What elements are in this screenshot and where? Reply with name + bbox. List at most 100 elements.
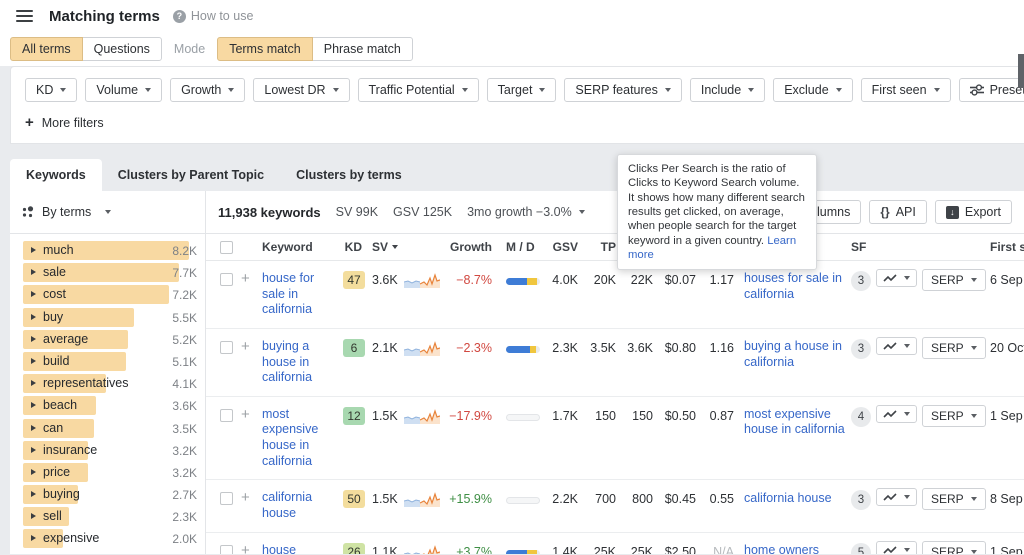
row-checkbox[interactable] — [220, 273, 233, 286]
filter-dropdown[interactable]: Traffic Potential — [358, 78, 479, 102]
filter-dropdown-label: First seen — [872, 83, 927, 97]
how-to-use-link[interactable]: ? How to use — [173, 9, 254, 23]
parent-topic-link[interactable]: california house — [744, 491, 832, 507]
expand-arrow-icon[interactable] — [31, 291, 36, 297]
sidebar-term-row[interactable]: sell 2.3K — [23, 506, 197, 528]
expand-arrow-icon[interactable] — [31, 358, 36, 364]
more-filters-button[interactable]: + More filters — [25, 115, 1010, 130]
sv-trend-sparkline — [400, 490, 444, 510]
segmented-tab[interactable]: Terms match — [217, 37, 313, 61]
caret-down-icon — [748, 88, 754, 92]
scrollbar-thumb[interactable] — [1018, 54, 1024, 88]
presets-button[interactable]: Presets — [959, 78, 1024, 102]
filter-dropdown[interactable]: KD — [25, 78, 77, 102]
view-tab[interactable]: Keywords — [10, 159, 102, 191]
expand-arrow-icon[interactable] — [31, 269, 36, 275]
position-history-chart-button[interactable] — [876, 541, 917, 555]
filter-dropdown[interactable]: First seen — [861, 78, 951, 102]
sidebar-term-row[interactable]: can 3.5K — [23, 418, 197, 440]
add-keyword-icon[interactable]: + — [236, 543, 262, 555]
filter-dropdown[interactable]: Growth — [170, 78, 245, 102]
serp-dropdown-button[interactable]: SERP — [922, 405, 986, 427]
sidebar-term-row[interactable]: build 5.1K — [23, 351, 197, 373]
parent-topic-link[interactable]: houses for sale in california — [744, 271, 846, 302]
col-sv[interactable]: SV — [366, 240, 400, 254]
expand-arrow-icon[interactable] — [31, 247, 36, 253]
col-kd[interactable]: KD — [340, 240, 366, 254]
serp-dropdown-button[interactable]: SERP — [922, 488, 986, 510]
expand-arrow-icon[interactable] — [31, 402, 36, 408]
row-checkbox[interactable] — [220, 341, 233, 354]
add-keyword-icon[interactable]: + — [236, 339, 262, 354]
select-all-checkbox[interactable] — [220, 241, 233, 254]
term-value: 5.1K — [172, 355, 197, 369]
position-history-chart-button[interactable] — [876, 337, 917, 355]
position-history-chart-button[interactable] — [876, 488, 917, 506]
add-keyword-icon[interactable]: + — [236, 490, 262, 505]
group-by-dropdown[interactable]: By terms — [10, 191, 205, 234]
row-checkbox[interactable] — [220, 545, 233, 555]
caret-down-icon — [904, 495, 910, 499]
filter-dropdown[interactable]: Target — [487, 78, 557, 102]
view-tab[interactable]: Clusters by terms — [280, 159, 418, 191]
expand-arrow-icon[interactable] — [31, 469, 36, 475]
segmented-tab[interactable]: All terms — [10, 37, 83, 61]
filter-dropdown[interactable]: SERP features — [564, 78, 681, 102]
col-sf[interactable]: SF — [846, 240, 876, 254]
expand-arrow-icon[interactable] — [31, 447, 36, 453]
filter-dropdown[interactable]: Exclude — [773, 78, 852, 102]
sidebar-term-row[interactable]: price 3.2K — [23, 462, 197, 484]
add-keyword-icon[interactable]: + — [236, 407, 262, 422]
filter-dropdown[interactable]: Volume — [85, 78, 162, 102]
keyword-link[interactable]: house for sale in california — [262, 271, 340, 318]
segmented-tab[interactable]: Phrase match — [312, 37, 413, 61]
serp-dropdown-button[interactable]: SERP — [922, 269, 986, 291]
sidebar-term-row[interactable]: much 8.2K — [23, 240, 197, 262]
parent-topic-link[interactable]: most expensive house in california — [744, 407, 846, 438]
parent-topic-link[interactable]: home owners insurance company — [744, 543, 846, 555]
sidebar-term-row[interactable]: average 5.2K — [23, 329, 197, 351]
export-button[interactable]: ↓ Export — [935, 200, 1012, 224]
filter-dropdown[interactable]: Lowest DR — [253, 78, 349, 102]
growth-dropdown[interactable]: 3mo growth −3.0% — [467, 205, 585, 219]
add-keyword-icon[interactable]: + — [236, 271, 262, 286]
col-first-seen[interactable]: First seen — [986, 240, 1024, 254]
expand-arrow-icon[interactable] — [31, 535, 36, 541]
keyword-link[interactable]: buying a house in california — [262, 339, 340, 386]
position-history-chart-button[interactable] — [876, 269, 917, 287]
expand-arrow-icon[interactable] — [31, 491, 36, 497]
view-tab[interactable]: Clusters by Parent Topic — [102, 159, 280, 191]
sidebar-term-row[interactable]: buy 5.5K — [23, 307, 197, 329]
col-growth[interactable]: Growth — [444, 240, 496, 254]
sidebar-term-row[interactable]: sale 7.7K — [23, 262, 197, 284]
keyword-link[interactable]: most expensive house in california — [262, 407, 340, 470]
sidebar-term-row[interactable]: insurance 3.2K — [23, 440, 197, 462]
keyword-link[interactable]: california house — [262, 490, 340, 521]
sidebar-term-row[interactable]: buying 2.7K — [23, 484, 197, 506]
expand-arrow-icon[interactable] — [31, 336, 36, 342]
serp-dropdown-button[interactable]: SERP — [922, 337, 986, 359]
sidebar-term-row[interactable]: expensive 2.0K — [23, 528, 197, 550]
api-button[interactable]: {} API — [869, 200, 927, 224]
col-gsv[interactable]: GSV — [546, 240, 582, 254]
keyword-link[interactable]: house insurance in california — [262, 543, 340, 555]
row-checkbox[interactable] — [220, 409, 233, 422]
serp-dropdown-button[interactable]: SERP — [922, 541, 986, 555]
expand-arrow-icon[interactable] — [31, 513, 36, 519]
sidebar-term-row[interactable]: cost 7.2K — [23, 284, 197, 306]
expand-arrow-icon[interactable] — [31, 380, 36, 386]
segmented-tab[interactable]: Questions — [82, 37, 162, 61]
row-checkbox[interactable] — [220, 492, 233, 505]
position-history-chart-button[interactable] — [876, 405, 917, 423]
sidebar-term-row[interactable]: representatives 4.1K — [23, 373, 197, 395]
sidebar-term-row[interactable]: beach 3.6K — [23, 395, 197, 417]
col-keyword[interactable]: Keyword — [262, 240, 340, 254]
expand-arrow-icon[interactable] — [31, 425, 36, 431]
filter-dropdown[interactable]: Include — [690, 78, 765, 102]
col-tp[interactable]: TP — [582, 240, 620, 254]
hamburger-menu-icon[interactable] — [16, 10, 33, 22]
col-md[interactable]: M / D — [496, 240, 546, 254]
expand-arrow-icon[interactable] — [31, 314, 36, 320]
parent-topic-link[interactable]: buying a house in california — [744, 339, 846, 370]
tp-value: 20K — [582, 271, 620, 287]
